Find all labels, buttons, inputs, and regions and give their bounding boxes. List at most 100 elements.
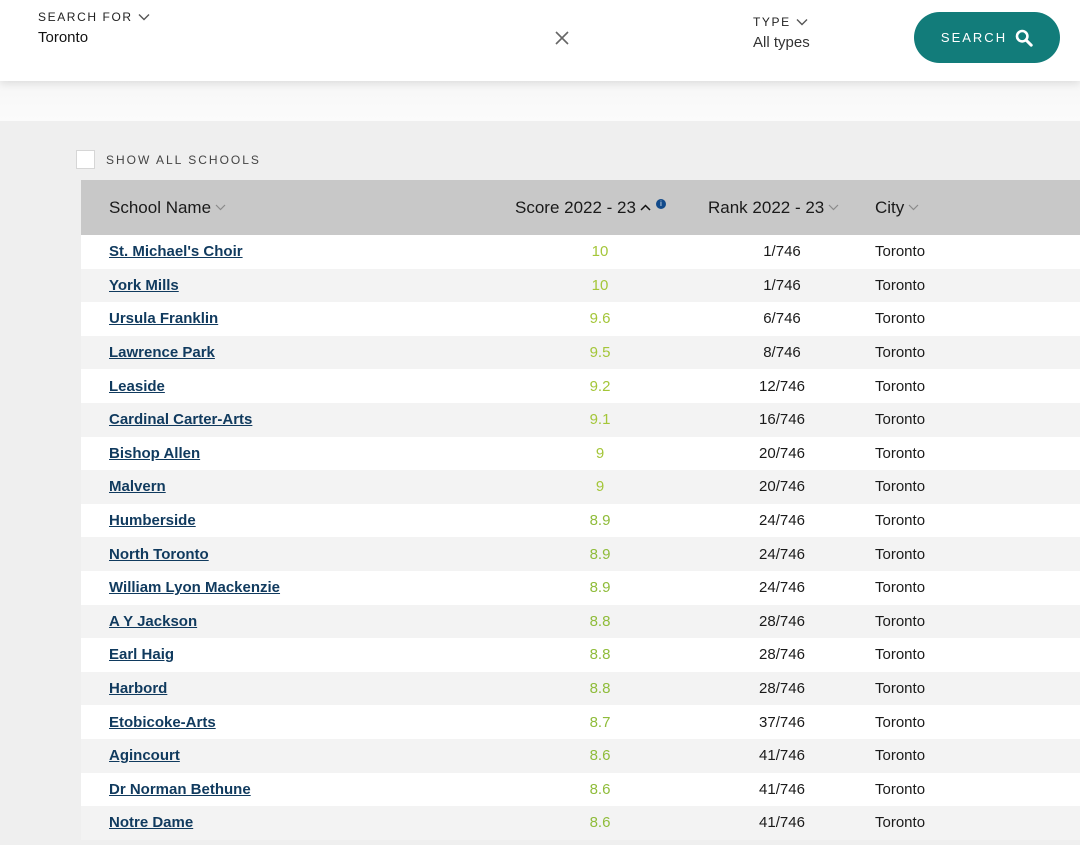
school-name-link[interactable]: Leaside <box>109 369 165 403</box>
column-header-school-name[interactable]: School Name <box>109 180 226 235</box>
rank-cell: 41/746 <box>759 780 805 798</box>
rank-cell: 28/746 <box>759 612 805 630</box>
chevron-down-icon <box>215 204 226 211</box>
school-name-link[interactable]: Notre Dame <box>109 806 193 840</box>
city-cell: Toronto <box>875 545 926 563</box>
school-name-link[interactable]: Humberside <box>109 504 196 538</box>
score-cell: 8.9 <box>589 579 611 597</box>
rank-cell: 28/746 <box>759 680 805 698</box>
city-cell: Toronto <box>875 512 926 530</box>
city-cell: Toronto <box>875 411 926 429</box>
table-row: York Mills 10 1/746 Toronto <box>81 268 1080 303</box>
city-cell: Toronto <box>875 579 926 597</box>
school-name-link[interactable]: Dr Norman Bethune <box>109 773 251 807</box>
table-row: North Toronto 8.9 24/746 Toronto <box>81 537 1080 571</box>
rank-cell: 24/746 <box>759 579 805 597</box>
score-cell: 9.5 <box>589 344 611 362</box>
rank-cell: 1/746 <box>763 243 801 261</box>
show-all-schools-toggle[interactable]: SHOW ALL SCHOOLS <box>76 150 261 169</box>
school-name-link[interactable]: St. Michael's Choir <box>109 235 243 269</box>
table-row: Humberside 8.9 24/746 Toronto <box>81 503 1080 538</box>
score-cell: 8.6 <box>589 780 611 798</box>
city-cell: Toronto <box>875 646 926 664</box>
school-name-link[interactable]: Lawrence Park <box>109 336 215 370</box>
table-row: Etobicoke-Arts 8.7 37/746 Toronto <box>81 705 1080 739</box>
chevron-down-icon <box>828 204 839 211</box>
city-cell: Toronto <box>875 747 926 765</box>
column-header-score[interactable]: Score 2022 - 23 i <box>515 180 666 235</box>
rank-cell: 12/746 <box>759 377 805 395</box>
city-cell: Toronto <box>875 612 926 630</box>
score-cell: 8.9 <box>589 545 611 563</box>
school-name-link[interactable]: Cardinal Carter-Arts <box>109 403 252 437</box>
search-button-label: SEARCH <box>940 30 1008 45</box>
school-name-link[interactable]: Bishop Allen <box>109 437 200 471</box>
rank-cell: 20/746 <box>759 444 805 462</box>
search-input[interactable]: Toronto <box>38 29 150 46</box>
school-name-link[interactable]: Etobicoke-Arts <box>109 705 216 739</box>
type-value: All types <box>753 34 810 51</box>
school-name-link[interactable]: North Toronto <box>109 537 209 571</box>
show-all-schools-checkbox[interactable] <box>76 150 95 169</box>
table-row: Malvern 9 20/746 Toronto <box>81 470 1080 504</box>
header-spacer <box>0 81 1080 121</box>
score-cell: 9.1 <box>589 411 611 429</box>
table-row: Leaside 9.2 12/746 Toronto <box>81 369 1080 403</box>
city-cell: Toronto <box>875 377 926 395</box>
rank-cell: 16/746 <box>759 411 805 429</box>
rank-cell: 24/746 <box>759 545 805 563</box>
score-cell: 8.8 <box>589 612 611 630</box>
school-name-link[interactable]: Agincourt <box>109 739 180 773</box>
school-name-link[interactable]: York Mills <box>109 269 179 303</box>
search-for-dropdown[interactable]: SEARCH FOR <box>38 10 150 24</box>
table-row: Lawrence Park 9.5 8/746 Toronto <box>81 335 1080 370</box>
rank-cell: 24/746 <box>759 512 805 530</box>
table-row: St. Michael's Choir 10 1/746 Toronto <box>81 235 1080 269</box>
clear-search-button[interactable] <box>551 27 573 49</box>
score-cell: 8.6 <box>589 747 611 765</box>
show-all-schools-label: SHOW ALL SCHOOLS <box>106 152 261 167</box>
table-row: William Lyon Mackenzie 8.9 24/746 Toronto <box>81 570 1080 605</box>
column-header-city[interactable]: City <box>875 180 919 235</box>
city-cell: Toronto <box>875 478 926 496</box>
score-cell: 10 <box>591 276 609 294</box>
close-icon <box>555 31 569 45</box>
school-name-link[interactable]: Malvern <box>109 470 166 504</box>
school-name-link[interactable]: Harbord <box>109 672 167 706</box>
chevron-up-icon <box>640 204 651 211</box>
table-row: Bishop Allen 9 20/746 Toronto <box>81 436 1080 471</box>
table-row: Ursula Franklin 9.6 6/746 Toronto <box>81 302 1080 336</box>
search-header: SEARCH FOR Toronto TYPE All types SEARCH <box>0 0 1080 81</box>
city-cell: Toronto <box>875 713 926 731</box>
school-name-link[interactable]: William Lyon Mackenzie <box>109 571 280 605</box>
table-row: Harbord 8.8 28/746 Toronto <box>81 671 1080 706</box>
school-name-link[interactable]: Earl Haig <box>109 638 174 672</box>
search-button[interactable]: SEARCH <box>914 12 1060 63</box>
rank-cell: 20/746 <box>759 478 805 496</box>
score-cell: 8.8 <box>589 680 611 698</box>
type-label: TYPE <box>753 15 791 29</box>
city-cell: Toronto <box>875 814 926 832</box>
search-field[interactable]: SEARCH FOR Toronto <box>38 10 150 46</box>
chevron-down-icon <box>796 15 808 29</box>
rank-cell: 41/746 <box>759 747 805 765</box>
chevron-down-icon <box>908 204 919 211</box>
rank-cell: 28/746 <box>759 646 805 664</box>
score-cell: 8.7 <box>589 713 611 731</box>
score-cell: 9 <box>595 478 605 496</box>
table-row: Dr Norman Bethune 8.6 41/746 Toronto <box>81 772 1080 807</box>
rank-cell: 41/746 <box>759 814 805 832</box>
school-name-link[interactable]: A Y Jackson <box>109 605 197 639</box>
city-cell: Toronto <box>875 276 926 294</box>
rank-cell: 1/746 <box>763 276 801 294</box>
info-icon[interactable]: i <box>655 198 666 209</box>
school-name-link[interactable]: Ursula Franklin <box>109 302 218 336</box>
score-cell: 9.2 <box>589 377 611 395</box>
table-row: Earl Haig 8.8 28/746 Toronto <box>81 638 1080 672</box>
rank-cell: 37/746 <box>759 713 805 731</box>
city-cell: Toronto <box>875 344 926 362</box>
city-cell: Toronto <box>875 780 926 798</box>
column-header-rank[interactable]: Rank 2022 - 23 <box>708 180 839 235</box>
score-cell: 10 <box>591 243 609 261</box>
type-dropdown[interactable]: TYPE All types <box>753 15 810 51</box>
